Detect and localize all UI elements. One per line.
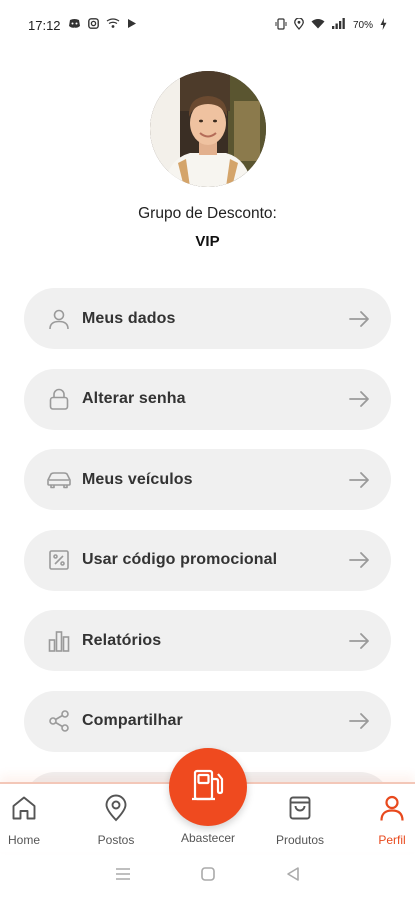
nav-label: Perfil [378, 833, 406, 847]
menu-item-label: Meus veículos [82, 470, 193, 488]
user-icon [378, 794, 406, 827]
discount-group-label: Grupo de Desconto: [138, 205, 277, 222]
menu-item-alterar-senha[interactable]: Alterar senha [24, 368, 391, 430]
wifi-icon [311, 18, 325, 32]
back-icon[interactable] [285, 866, 301, 887]
menu-item-relatorios[interactable]: Relatórios [24, 610, 391, 672]
percent-icon [46, 547, 72, 573]
battery-level: 70% [352, 19, 373, 31]
vibrate-icon [275, 17, 287, 33]
arrow-right-icon [347, 387, 371, 411]
arrow-right-icon [347, 709, 371, 733]
map-pin-icon [102, 794, 130, 827]
menu-item-compartilhar[interactable]: Compartilhar [24, 690, 391, 752]
status-left: 17:12 [28, 18, 137, 33]
arrow-right-icon [347, 468, 371, 492]
arrow-right-icon [347, 307, 371, 331]
battery-icon [380, 17, 387, 33]
home-icon [10, 794, 38, 827]
car-icon [46, 467, 72, 493]
user-icon [46, 306, 72, 332]
recent-apps-icon[interactable] [114, 866, 132, 887]
nav-produtos[interactable]: Produtos [260, 794, 340, 847]
system-nav-bar [0, 852, 415, 900]
menu-item-meus-veiculos[interactable]: Meus veículos [24, 449, 391, 511]
fuel-pump-icon [188, 765, 228, 810]
fuel-button[interactable] [169, 748, 247, 826]
play-icon [127, 18, 137, 32]
shopping-bag-icon [286, 794, 314, 827]
status-time: 17:12 [28, 17, 61, 33]
signal-icon [331, 18, 346, 32]
nav-home[interactable]: Home [0, 794, 64, 847]
arrow-right-icon [347, 548, 371, 572]
wifi-calling-icon [106, 18, 120, 32]
nav-label: Home [7, 833, 40, 847]
menu-item-label: Alterar senha [82, 390, 186, 408]
share-icon [46, 708, 72, 734]
profile-avatar[interactable] [150, 71, 266, 187]
menu-item-label: Meus dados [82, 309, 176, 327]
status-bar: 17:12 70% [0, 0, 415, 50]
menu-item-meus-dados[interactable]: Meus dados [24, 288, 391, 349]
menu-item-label: Usar código promocional [82, 551, 278, 569]
nav-postos[interactable]: Postos [76, 794, 156, 847]
status-right: 70% [275, 16, 387, 33]
location-icon [294, 16, 304, 33]
lock-icon [46, 386, 72, 412]
nav-perfil[interactable]: Perfil [352, 794, 415, 847]
menu-item-codigo-promocional[interactable]: Usar código promocional [24, 529, 391, 591]
discord-icon [68, 18, 81, 32]
menu-item-label: Compartilhar [82, 712, 183, 730]
discount-group-value: VIP [195, 233, 220, 250]
menu-item-label: Relatórios [82, 631, 162, 649]
bar-chart-icon [46, 628, 72, 654]
arrow-right-icon [347, 629, 371, 653]
instagram-icon [87, 18, 99, 32]
profile-menu: Meus dados Alterar senha Meus veículos U… [24, 288, 391, 772]
home-button-icon[interactable] [200, 866, 216, 887]
nav-abastecer-label[interactable]: Abastecer [150, 831, 266, 845]
nav-label: Produtos [275, 833, 325, 847]
nav-label: Postos [97, 833, 135, 847]
